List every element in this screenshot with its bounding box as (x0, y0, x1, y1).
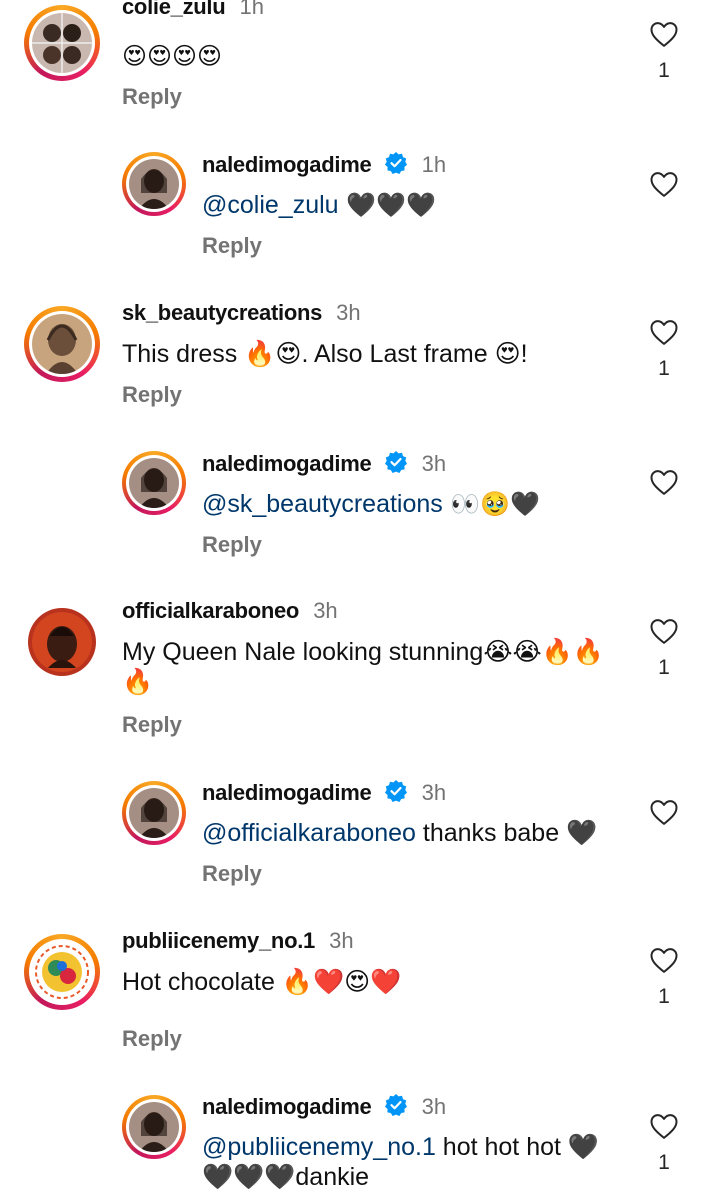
like-count: 1 (658, 357, 670, 380)
avatar[interactable] (24, 604, 100, 680)
username[interactable]: publiicenemy_no.1 (122, 928, 315, 953)
comment-text: @officialkaraboneo thanks babe 🖤 (202, 819, 598, 847)
like-button[interactable]: 1 (646, 20, 682, 83)
username[interactable]: naledimogadime (202, 780, 372, 805)
avatar[interactable] (24, 306, 100, 382)
timestamp: 3h (329, 928, 354, 953)
timestamp: 3h (313, 598, 338, 623)
avatar-image (129, 788, 179, 838)
timestamp: 3h (421, 451, 447, 476)
like-button[interactable] (646, 170, 682, 203)
heart-outline-icon (650, 948, 678, 973)
like-count: 1 (658, 985, 670, 1008)
timestamp: 1h (421, 152, 447, 177)
comment-text: @colie_zulu 🖤🖤🖤 (202, 191, 436, 219)
mention-link[interactable]: @publiicenemy_no.1 (202, 1133, 436, 1161)
avatar-image (32, 13, 92, 73)
avatar-image (129, 458, 179, 508)
reply-button[interactable]: Reply (202, 233, 262, 259)
verified-badge-icon (384, 451, 407, 473)
comment-text: This dress 🔥😍. Also Last frame 😍! (122, 340, 528, 368)
like-count: 1 (658, 1151, 670, 1174)
reply-button[interactable]: Reply (122, 1026, 182, 1052)
comment-text: @sk_beautycreations 👀🥹🖤 (202, 490, 541, 518)
heart-outline-icon (650, 800, 678, 825)
reply-button[interactable]: Reply (202, 861, 262, 887)
timestamp: 3h (336, 300, 361, 325)
avatar[interactable] (122, 1095, 186, 1159)
comment-text: @publiicenemy_no.1 hot hot hot 🖤🖤🖤🖤danki… (202, 1133, 600, 1191)
username[interactable]: naledimogadime (202, 152, 372, 177)
verified-badge-icon (384, 780, 407, 802)
username[interactable]: naledimogadime (202, 451, 372, 476)
avatar[interactable] (24, 5, 100, 81)
heart-outline-icon (650, 22, 678, 47)
avatar[interactable] (122, 781, 186, 845)
username[interactable]: officialkaraboneo (122, 598, 299, 623)
heart-outline-icon (650, 320, 678, 345)
mention-link[interactable]: @colie_zulu (202, 191, 339, 219)
heart-outline-icon (650, 619, 678, 644)
mention-link[interactable]: @officialkaraboneo (202, 819, 416, 847)
mention-link[interactable]: @sk_beautycreations (202, 490, 443, 518)
avatar[interactable] (122, 451, 186, 515)
heart-outline-icon (650, 470, 678, 495)
reply-button[interactable]: Reply (122, 712, 182, 738)
verified-badge-icon (384, 1094, 407, 1116)
reply-button[interactable]: Reply (122, 84, 182, 110)
heart-outline-icon (650, 1114, 678, 1139)
username[interactable]: sk_beautycreations (122, 300, 322, 325)
like-button[interactable]: 1 (646, 318, 682, 381)
timestamp: 3h (421, 780, 447, 805)
avatar-image (32, 314, 92, 374)
like-button[interactable] (646, 468, 682, 501)
comment-text: 😍😍😍😍 (122, 42, 223, 70)
heart-outline-icon (650, 172, 678, 197)
avatar-image (129, 159, 179, 209)
like-button[interactable] (646, 798, 682, 831)
avatar-image (32, 942, 92, 1002)
avatar[interactable] (24, 934, 100, 1010)
reply-button[interactable]: Reply (202, 532, 262, 558)
timestamp: 1h (239, 0, 264, 19)
verified-badge-icon (384, 152, 407, 174)
avatar-image (28, 608, 96, 676)
comment-text: My Queen Nale looking stunning😭😭🔥🔥🔥 (122, 638, 605, 696)
like-count: 1 (658, 656, 670, 679)
avatar-image (129, 1102, 179, 1152)
username[interactable]: colie_zulu (122, 0, 226, 19)
avatar[interactable] (122, 152, 186, 216)
like-button[interactable]: 1 (646, 946, 682, 1009)
like-button[interactable]: 1 (646, 617, 682, 680)
username[interactable]: naledimogadime (202, 1094, 372, 1119)
reply-button[interactable]: Reply (122, 382, 182, 408)
like-button[interactable]: 1 (646, 1112, 682, 1175)
timestamp: 3h (421, 1094, 447, 1119)
like-count: 1 (658, 59, 670, 82)
comment-text: Hot chocolate 🔥❤️😍❤️ (122, 968, 402, 996)
